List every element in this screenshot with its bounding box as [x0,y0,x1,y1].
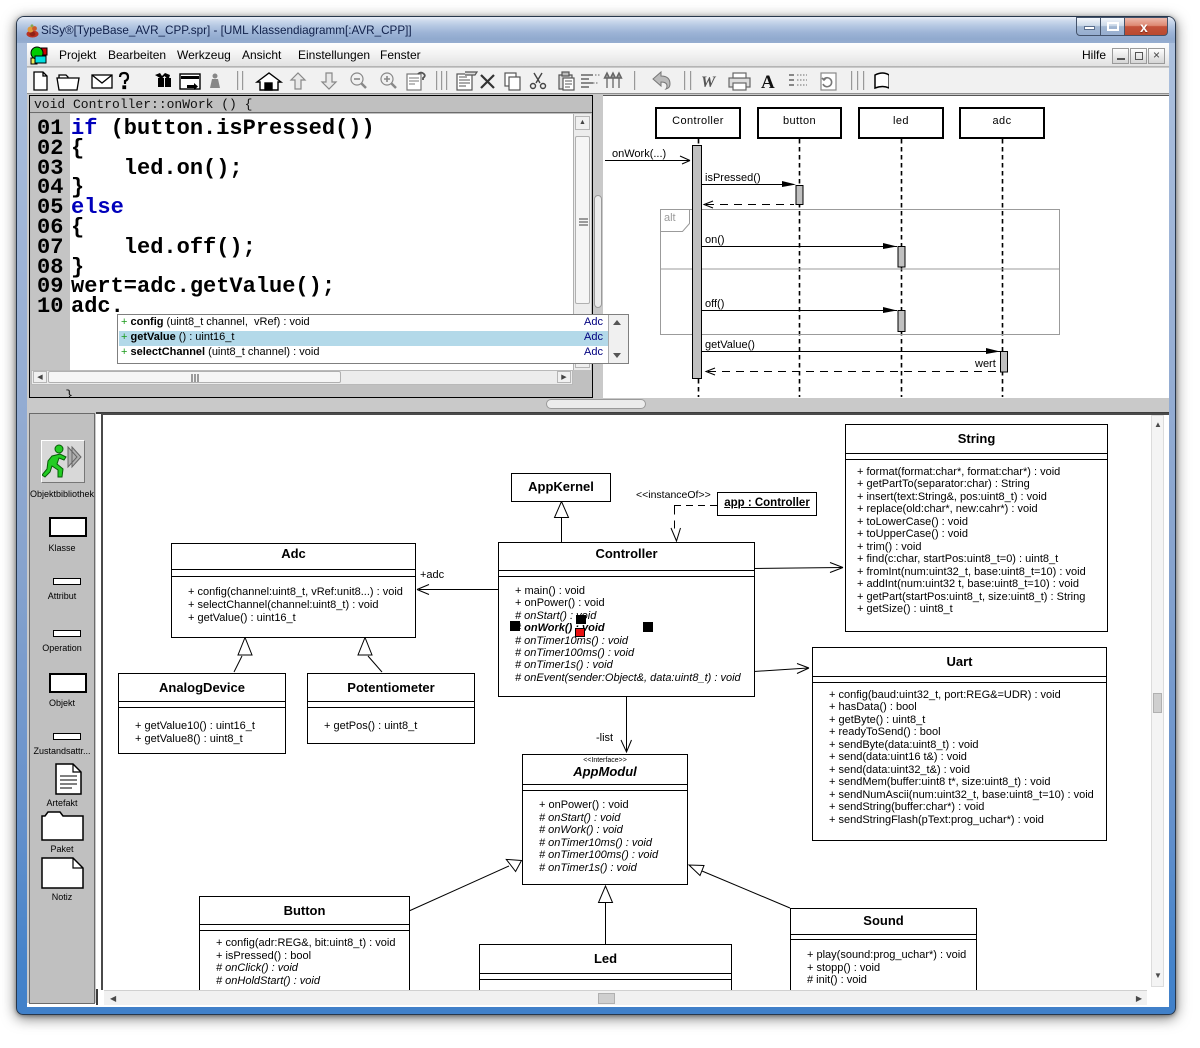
svg-text:A: A [761,72,775,92]
svg-text:W: W [701,74,717,91]
